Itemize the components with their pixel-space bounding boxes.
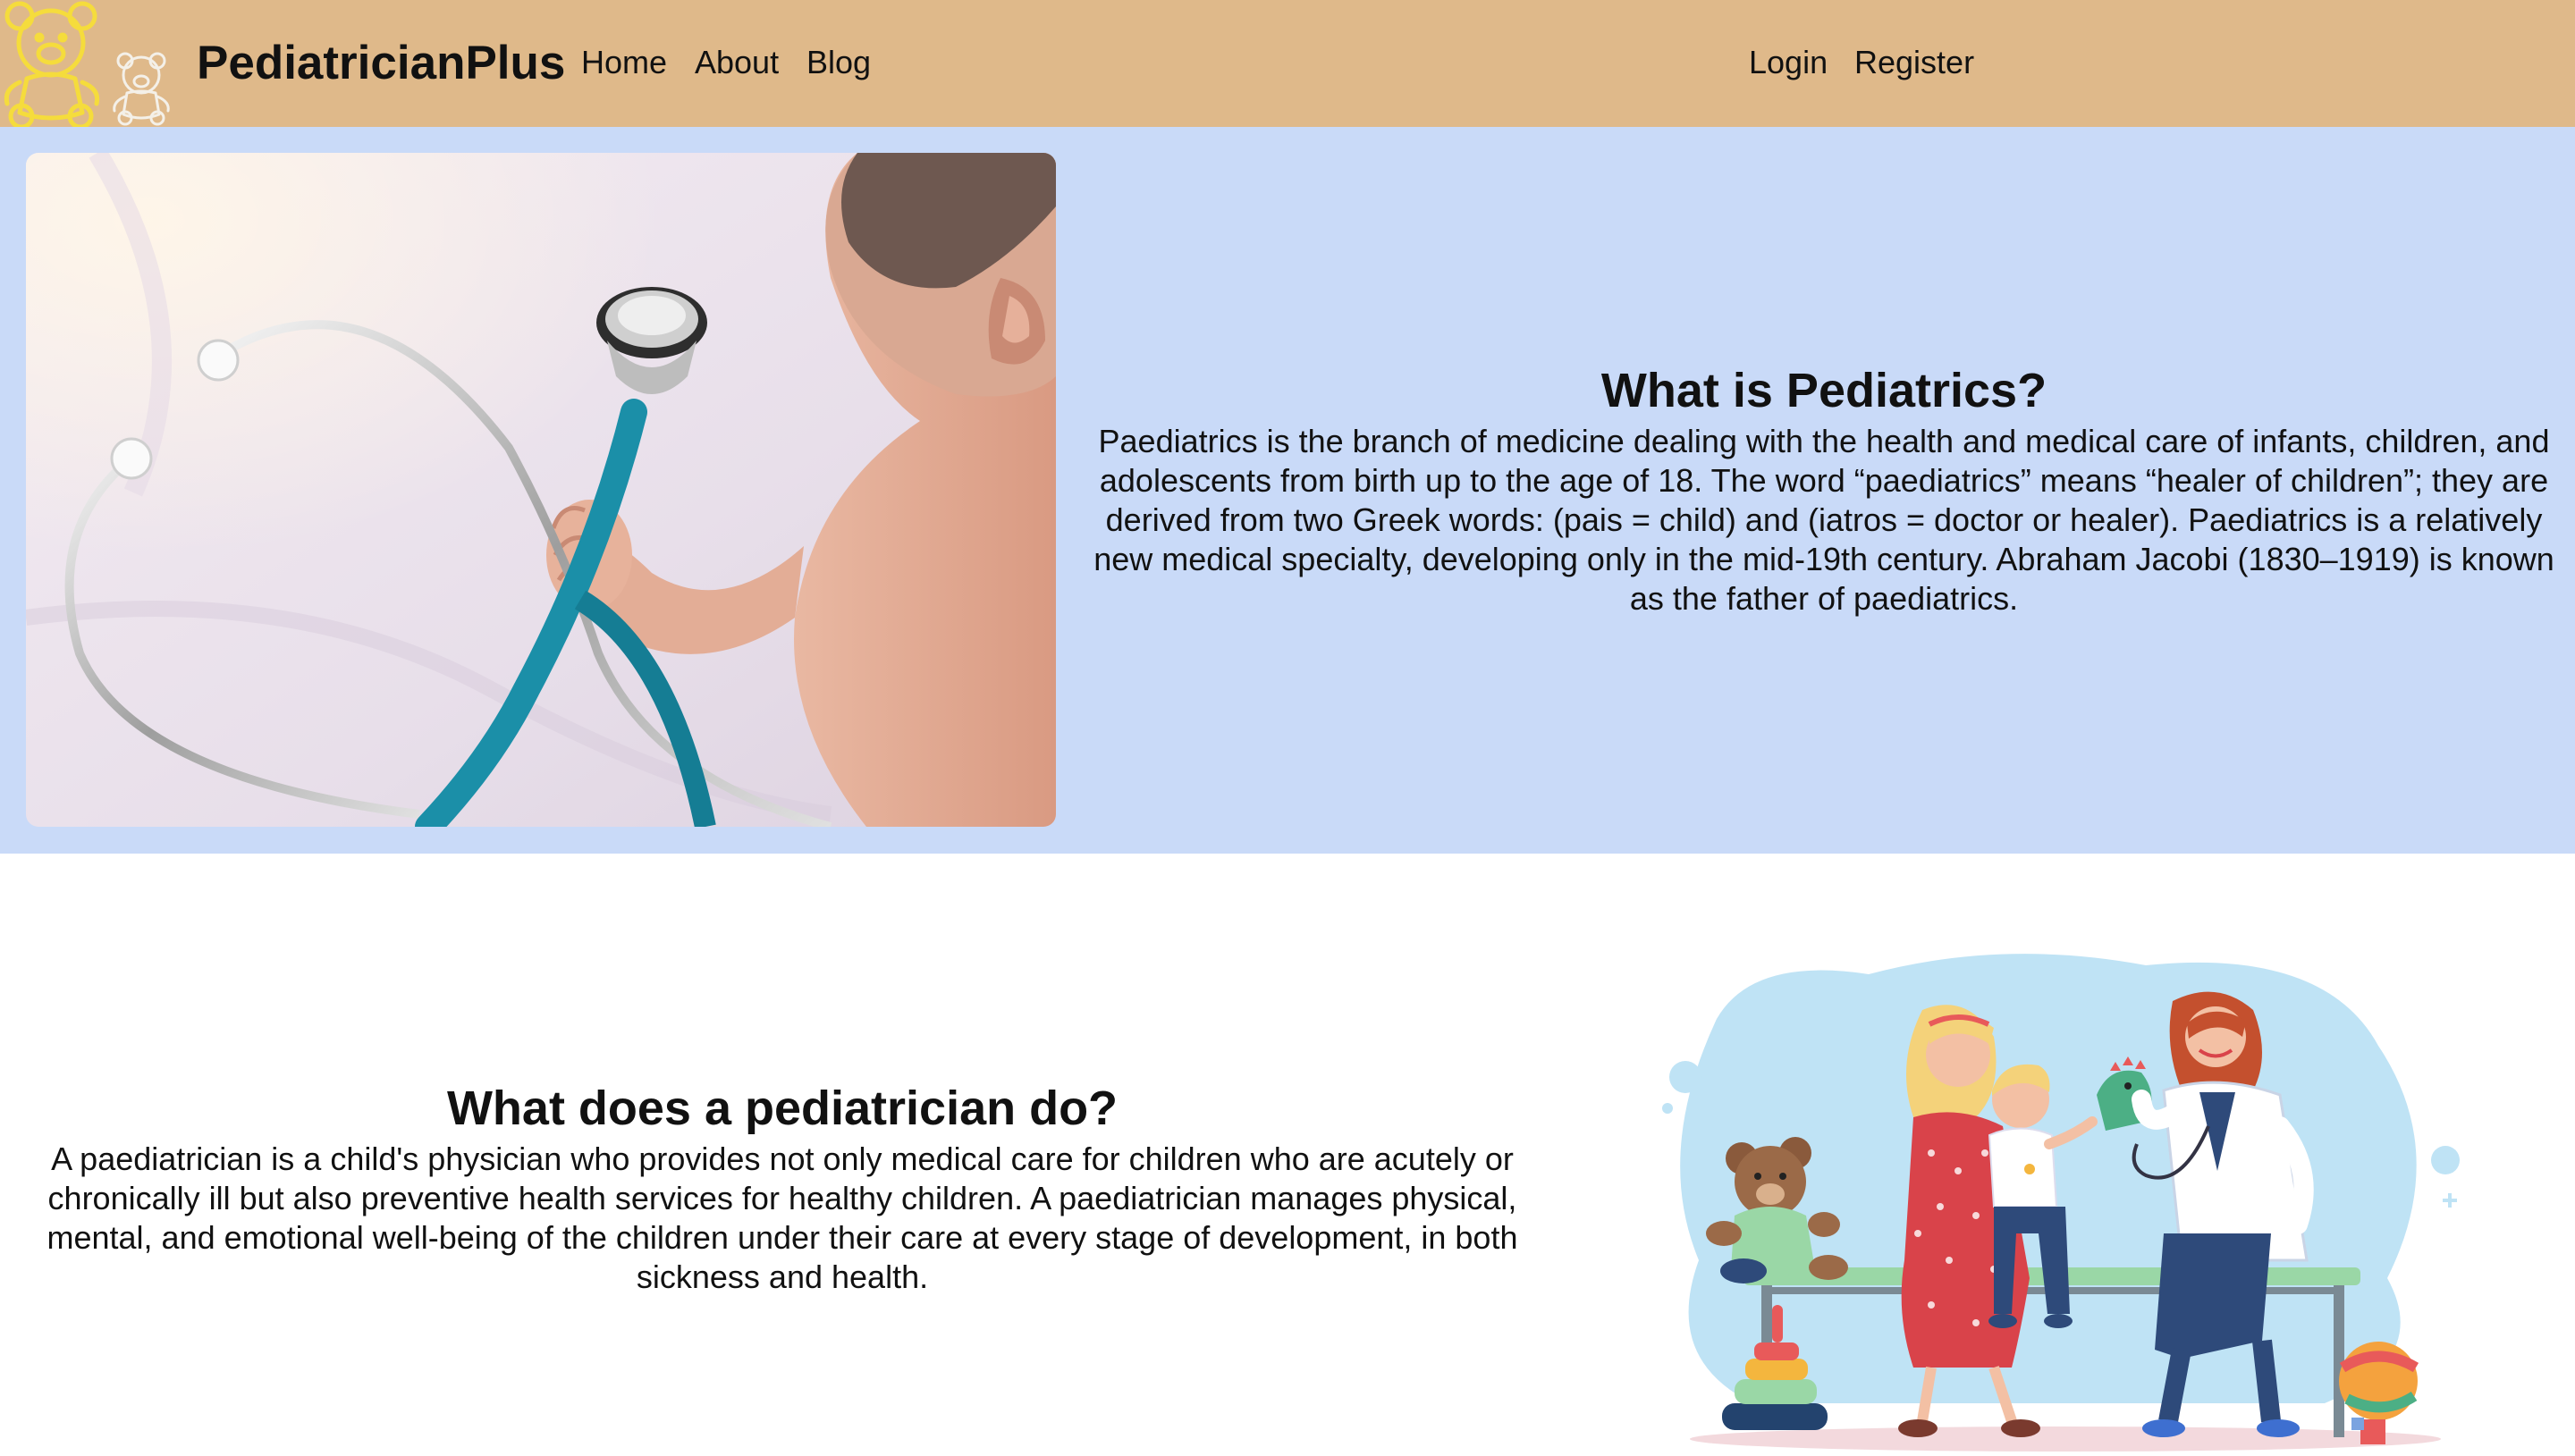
teddy-bear-icon[interactable] [0,0,106,127]
hero-text-block: What is Pediatrics? Paediatrics is the b… [1077,359,2571,619]
brand-name[interactable]: PediatricianPlus [197,32,565,95]
hero-title: What is Pediatrics? [1600,364,2047,417]
teddy-bear-outline-icon [113,52,170,126]
hero-section: What is Pediatrics? Paediatrics is the b… [0,127,2575,854]
navbar: PediatricianPlus Home About Blog Login R… [0,0,2575,127]
nav-link-home[interactable]: Home [581,36,667,89]
section2-body: A paediatrician is a child's physician w… [46,1140,1518,1295]
baby-stethoscope-photo [26,153,1056,827]
doctor-visit-illustration [1645,938,2486,1452]
pediatrician-role-block: What does a pediatrician do? A paediatri… [36,1077,1529,1297]
section2-title: What does a pediatrician do? [446,1081,1119,1135]
hero-body: Paediatrics is the branch of medicine de… [1093,423,2554,617]
register-link[interactable]: Register [1854,36,1974,89]
nav-link-about[interactable]: About [695,36,779,89]
nav-link-blog[interactable]: Blog [806,36,871,89]
login-link[interactable]: Login [1749,36,1828,89]
